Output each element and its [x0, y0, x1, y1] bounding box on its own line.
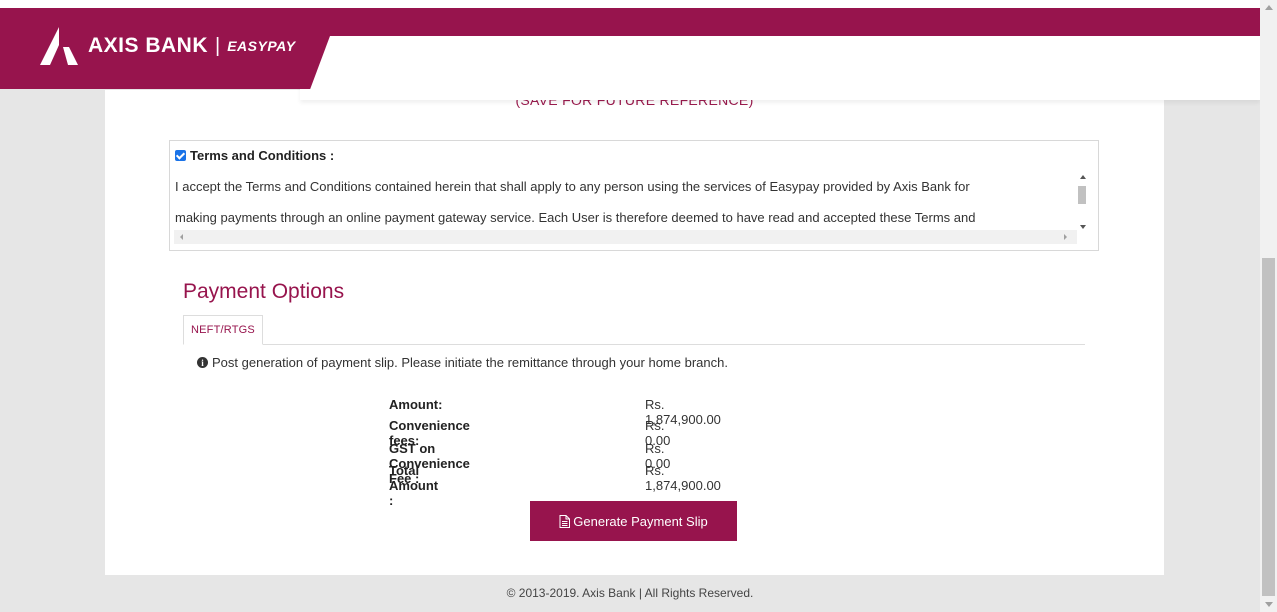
summary-value: Rs. 1,874,900.00 [645, 463, 721, 493]
page-scroll-up-icon[interactable] [1265, 5, 1273, 10]
summary-label: Total Amount : [389, 463, 439, 508]
header-white-area [300, 36, 1260, 100]
page-scroll-thumb[interactable] [1262, 258, 1275, 596]
page: (SAVE FOR FUTURE REFERENCE) AXIS BANK | … [0, 0, 1277, 612]
terms-vertical-scrollbar[interactable] [1078, 173, 1092, 229]
scroll-right-arrow-icon[interactable] [1064, 234, 1067, 240]
terms-line: making payments through an online paymen… [175, 210, 976, 225]
payment-tabs: NEFT/RTGS [183, 315, 1085, 345]
terms-box: Terms and Conditions : I accept the Term… [169, 140, 1099, 251]
brand-separator: | [215, 34, 221, 57]
footer-copyright: © 2013-2019. Axis Bank | All Rights Rese… [506, 586, 754, 600]
tab-neft-rtgs[interactable]: NEFT/RTGS [183, 315, 263, 345]
terms-line: I accept the Terms and Conditions contai… [175, 179, 970, 194]
terms-title: Terms and Conditions : [190, 148, 335, 163]
payment-notice: i Post generation of payment slip. Pleas… [197, 355, 728, 370]
info-circle-icon: i [197, 357, 208, 368]
scroll-up-arrow-icon[interactable] [1080, 175, 1086, 179]
top-strip [0, 0, 1260, 8]
terms-header: Terms and Conditions : [175, 148, 334, 163]
axis-logo-icon [40, 27, 78, 65]
scroll-down-arrow-icon[interactable] [1080, 225, 1086, 229]
terms-checkbox[interactable] [175, 150, 186, 161]
page-scroll-down-icon[interactable] [1265, 602, 1273, 607]
generate-payment-slip-button[interactable]: Generate Payment Slip [530, 501, 737, 541]
notice-text: Post generation of payment slip. Please … [212, 355, 728, 370]
page-vertical-scrollbar[interactable] [1260, 0, 1277, 612]
product-name: EASYPAY [227, 38, 296, 54]
summary-label: Amount: [389, 397, 443, 412]
axis-bank-logo[interactable]: AXIS BANK | EASYPAY [36, 24, 296, 68]
scroll-thumb[interactable] [1078, 186, 1086, 204]
payment-options-title: Payment Options [183, 280, 345, 303]
document-icon [559, 514, 571, 528]
terms-horizontal-scrollbar[interactable] [174, 230, 1077, 244]
brand-name: AXIS BANK [88, 34, 209, 57]
scroll-left-arrow-icon[interactable] [180, 234, 183, 240]
button-label: Generate Payment Slip [573, 513, 708, 529]
terms-text: I accept the Terms and Conditions contai… [175, 171, 1070, 233]
